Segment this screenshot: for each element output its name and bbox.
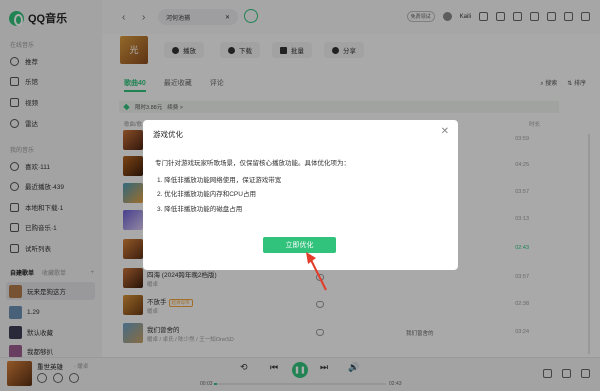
dialog-description: 专门针对游戏玩家听歌场景，仅保留核心播放功能。具体优化项为：	[155, 160, 350, 167]
dialog-title: 游戏优化	[153, 130, 183, 139]
game-optimize-dialog: 游戏优化 ✕ 专门针对游戏玩家听歌场景，仅保留核心播放功能。具体优化项为： 1.…	[143, 120, 458, 270]
red-pointer-arrow-icon	[306, 252, 327, 291]
dialog-item: 1. 降低非播放功能网络使用，保证游戏带宽	[157, 177, 282, 184]
optimize-now-button[interactable]: 立即优化	[263, 237, 336, 253]
close-icon[interactable]: ✕	[441, 126, 449, 137]
dialog-item: 3. 降低非播放功能的磁盘占用	[157, 206, 243, 213]
dialog-item: 2. 优化非播放功能内存和CPU占用	[157, 191, 256, 198]
